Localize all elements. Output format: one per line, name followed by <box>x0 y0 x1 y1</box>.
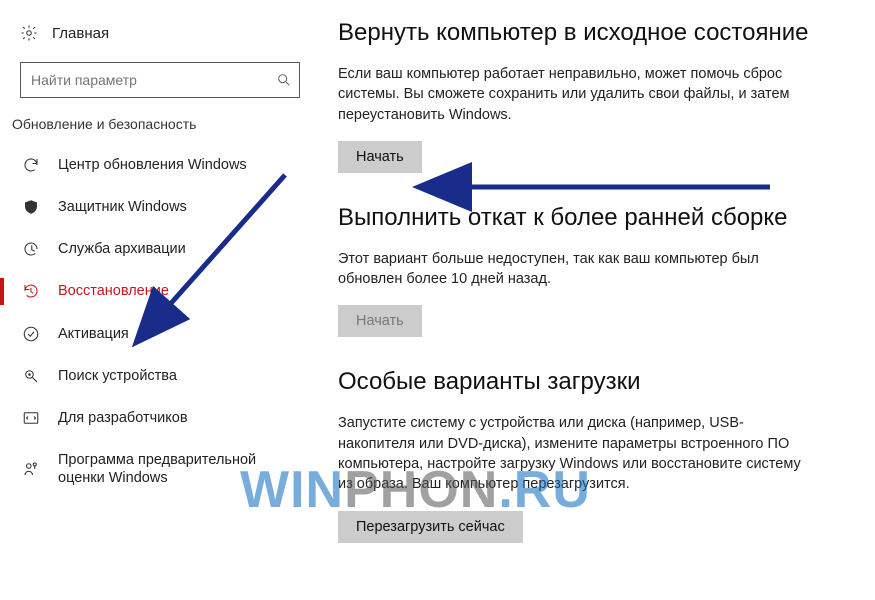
rollback-start-button: Начать <box>338 305 422 337</box>
section-title: Выполнить откат к более ранней сборке <box>338 203 845 233</box>
sidebar-item-label: Для разработчиков <box>58 409 188 427</box>
sidebar-item-label: Поиск устройства <box>58 367 177 385</box>
sidebar-item-label: Центр обновления Windows <box>58 156 247 174</box>
main-content: Вернуть компьютер в исходное состояние Е… <box>310 0 875 600</box>
section-title: Вернуть компьютер в исходное состояние <box>338 18 845 48</box>
backup-icon <box>22 240 40 258</box>
sidebar-nav: Центр обновления Windows Защитник Window… <box>10 144 310 499</box>
sidebar: Главная Обновление и безопасность Центр … <box>0 0 310 600</box>
sidebar-item-find-device[interactable]: Поиск устройства <box>10 355 310 397</box>
gear-icon <box>20 24 38 42</box>
code-icon <box>22 409 40 427</box>
sidebar-item-windows-update[interactable]: Центр обновления Windows <box>10 144 310 186</box>
search-icon <box>276 72 292 88</box>
sidebar-item-label: Защитник Windows <box>58 198 187 216</box>
section-advanced-startup: Особые варианты загрузки Запустите систе… <box>338 367 845 542</box>
sidebar-item-recovery[interactable]: Восстановление <box>10 270 310 312</box>
sidebar-item-developers[interactable]: Для разработчиков <box>10 397 310 439</box>
section-reset-pc: Вернуть компьютер в исходное состояние Е… <box>338 18 845 173</box>
section-rollback: Выполнить откат к более ранней сборке Эт… <box>338 203 845 338</box>
sidebar-item-activation[interactable]: Активация <box>10 313 310 355</box>
restart-now-button[interactable]: Перезагрузить сейчас <box>338 511 523 543</box>
sidebar-item-label: Служба архивации <box>58 240 186 258</box>
sidebar-item-backup[interactable]: Служба архивации <box>10 228 310 270</box>
home-label: Главная <box>52 25 109 42</box>
sidebar-item-defender[interactable]: Защитник Windows <box>10 186 310 228</box>
sidebar-item-label: Активация <box>58 325 129 343</box>
check-circle-icon <box>22 325 40 343</box>
sidebar-section-title: Обновление и безопасность <box>10 116 310 144</box>
section-desc: Этот вариант больше недоступен, так как … <box>338 249 818 290</box>
search-wrap <box>20 62 300 98</box>
search-input[interactable] <box>20 62 300 98</box>
reset-start-button[interactable]: Начать <box>338 141 422 173</box>
sync-icon <box>22 156 40 174</box>
shield-icon <box>22 198 40 216</box>
insider-icon <box>22 460 40 478</box>
sidebar-item-label: Программа предварительной оценки Windows <box>58 451 300 487</box>
location-icon <box>22 367 40 385</box>
sidebar-item-insider[interactable]: Программа предварительной оценки Windows <box>10 439 310 499</box>
section-desc: Запустите систему с устройства или диска… <box>338 413 818 494</box>
sidebar-item-label: Восстановление <box>58 282 169 300</box>
history-icon <box>22 282 40 300</box>
home-link[interactable]: Главная <box>10 18 310 48</box>
section-desc: Если ваш компьютер работает неправильно,… <box>338 64 818 125</box>
section-title: Особые варианты загрузки <box>338 367 845 397</box>
